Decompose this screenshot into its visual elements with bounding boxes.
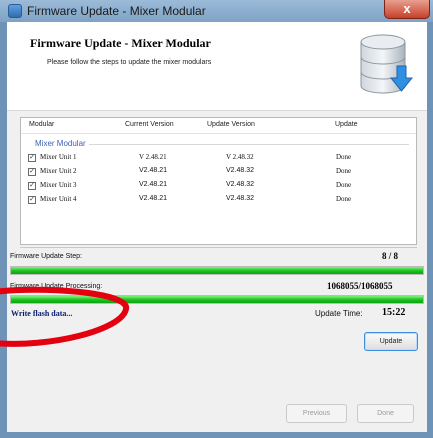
page-title: Firmware Update - Mixer Modular <box>30 36 211 50</box>
row-modular-name: Mixer Unit 1 <box>40 153 77 161</box>
modular-table: Modular Current Version Update Version U… <box>20 117 417 245</box>
row-current-version: V 2.48.21 <box>139 153 167 161</box>
row-checkbox[interactable]: ✓ <box>28 168 36 176</box>
window-frame: Firmware Update - Mixer Modular x Firmwa… <box>0 0 433 438</box>
col-header-update-version: Update Version <box>207 121 255 128</box>
step-count: 8 / 8 <box>382 251 399 261</box>
step-progress-bar <box>10 266 424 275</box>
row-update-version: V 2.48.32 <box>226 153 254 161</box>
col-header-modular: Modular <box>29 121 55 128</box>
row-current-version: V2.48.21 <box>139 181 168 188</box>
processing-progress-fill <box>11 296 423 303</box>
previous-button[interactable]: Previous <box>286 404 347 423</box>
update-button[interactable]: Update <box>364 332 418 351</box>
header-divider <box>21 133 416 134</box>
update-time-value: 15:22 <box>382 307 406 318</box>
col-header-current-version: Current Version <box>125 121 174 128</box>
row-modular-name: Mixer Unit 2 <box>40 167 77 175</box>
table-row[interactable]: ✓ Mixer Unit 4 V2.48.21 V2.48.32 Done <box>21 195 416 207</box>
dialog-client: Firmware Update - Mixer Modular Please f… <box>7 22 427 432</box>
row-status: Done <box>336 195 352 203</box>
row-current-version: V2.48.21 <box>139 167 168 174</box>
row-checkbox[interactable]: ✓ <box>28 196 36 204</box>
row-checkbox[interactable]: ✓ <box>28 182 36 190</box>
window-title: Firmware Update - Mixer Modular <box>27 4 206 18</box>
row-status: Done <box>336 167 352 175</box>
section-divider <box>20 247 417 248</box>
processing-progress-bar <box>10 295 424 304</box>
close-button[interactable]: x <box>384 0 430 19</box>
processing-label: Firmware Update Processing: <box>10 283 103 290</box>
row-current-version: V2.48.21 <box>139 195 168 202</box>
row-update-version: V2.48.32 <box>226 167 255 174</box>
dialog-body: Modular Current Version Update Version U… <box>7 111 427 432</box>
done-button[interactable]: Done <box>357 404 414 423</box>
update-time-label: Update Time: <box>315 309 363 318</box>
group-divider <box>89 144 409 145</box>
row-checkbox[interactable]: ✓ <box>28 154 36 162</box>
row-status: Done <box>336 153 352 161</box>
page-subtitle: Please follow the steps to update the mi… <box>47 59 212 66</box>
dialog-header: Firmware Update - Mixer Modular Please f… <box>7 22 427 111</box>
table-row[interactable]: ✓ Mixer Unit 2 V2.48.21 V2.48.32 Done <box>21 167 416 179</box>
status-message: Write flash data... <box>11 309 73 318</box>
step-progress-fill <box>11 267 423 274</box>
row-status: Done <box>336 181 352 189</box>
col-header-update: Update <box>335 121 358 128</box>
row-update-version: V2.48.32 <box>226 181 255 188</box>
group-label: Mixer Modular <box>35 139 86 148</box>
row-modular-name: Mixer Unit 3 <box>40 181 77 189</box>
app-icon <box>8 4 22 18</box>
table-row[interactable]: ✓ Mixer Unit 1 V 2.48.21 V 2.48.32 Done <box>21 153 416 165</box>
title-bar: Firmware Update - Mixer Modular x <box>0 0 433 22</box>
processing-count: 1068055/1068055 <box>327 281 393 291</box>
database-download-icon <box>360 34 413 94</box>
step-label: Firmware Update Step: <box>10 253 82 260</box>
table-row[interactable]: ✓ Mixer Unit 3 V2.48.21 V2.48.32 Done <box>21 181 416 193</box>
row-update-version: V2.48.32 <box>226 195 255 202</box>
row-modular-name: Mixer Unit 4 <box>40 195 77 203</box>
